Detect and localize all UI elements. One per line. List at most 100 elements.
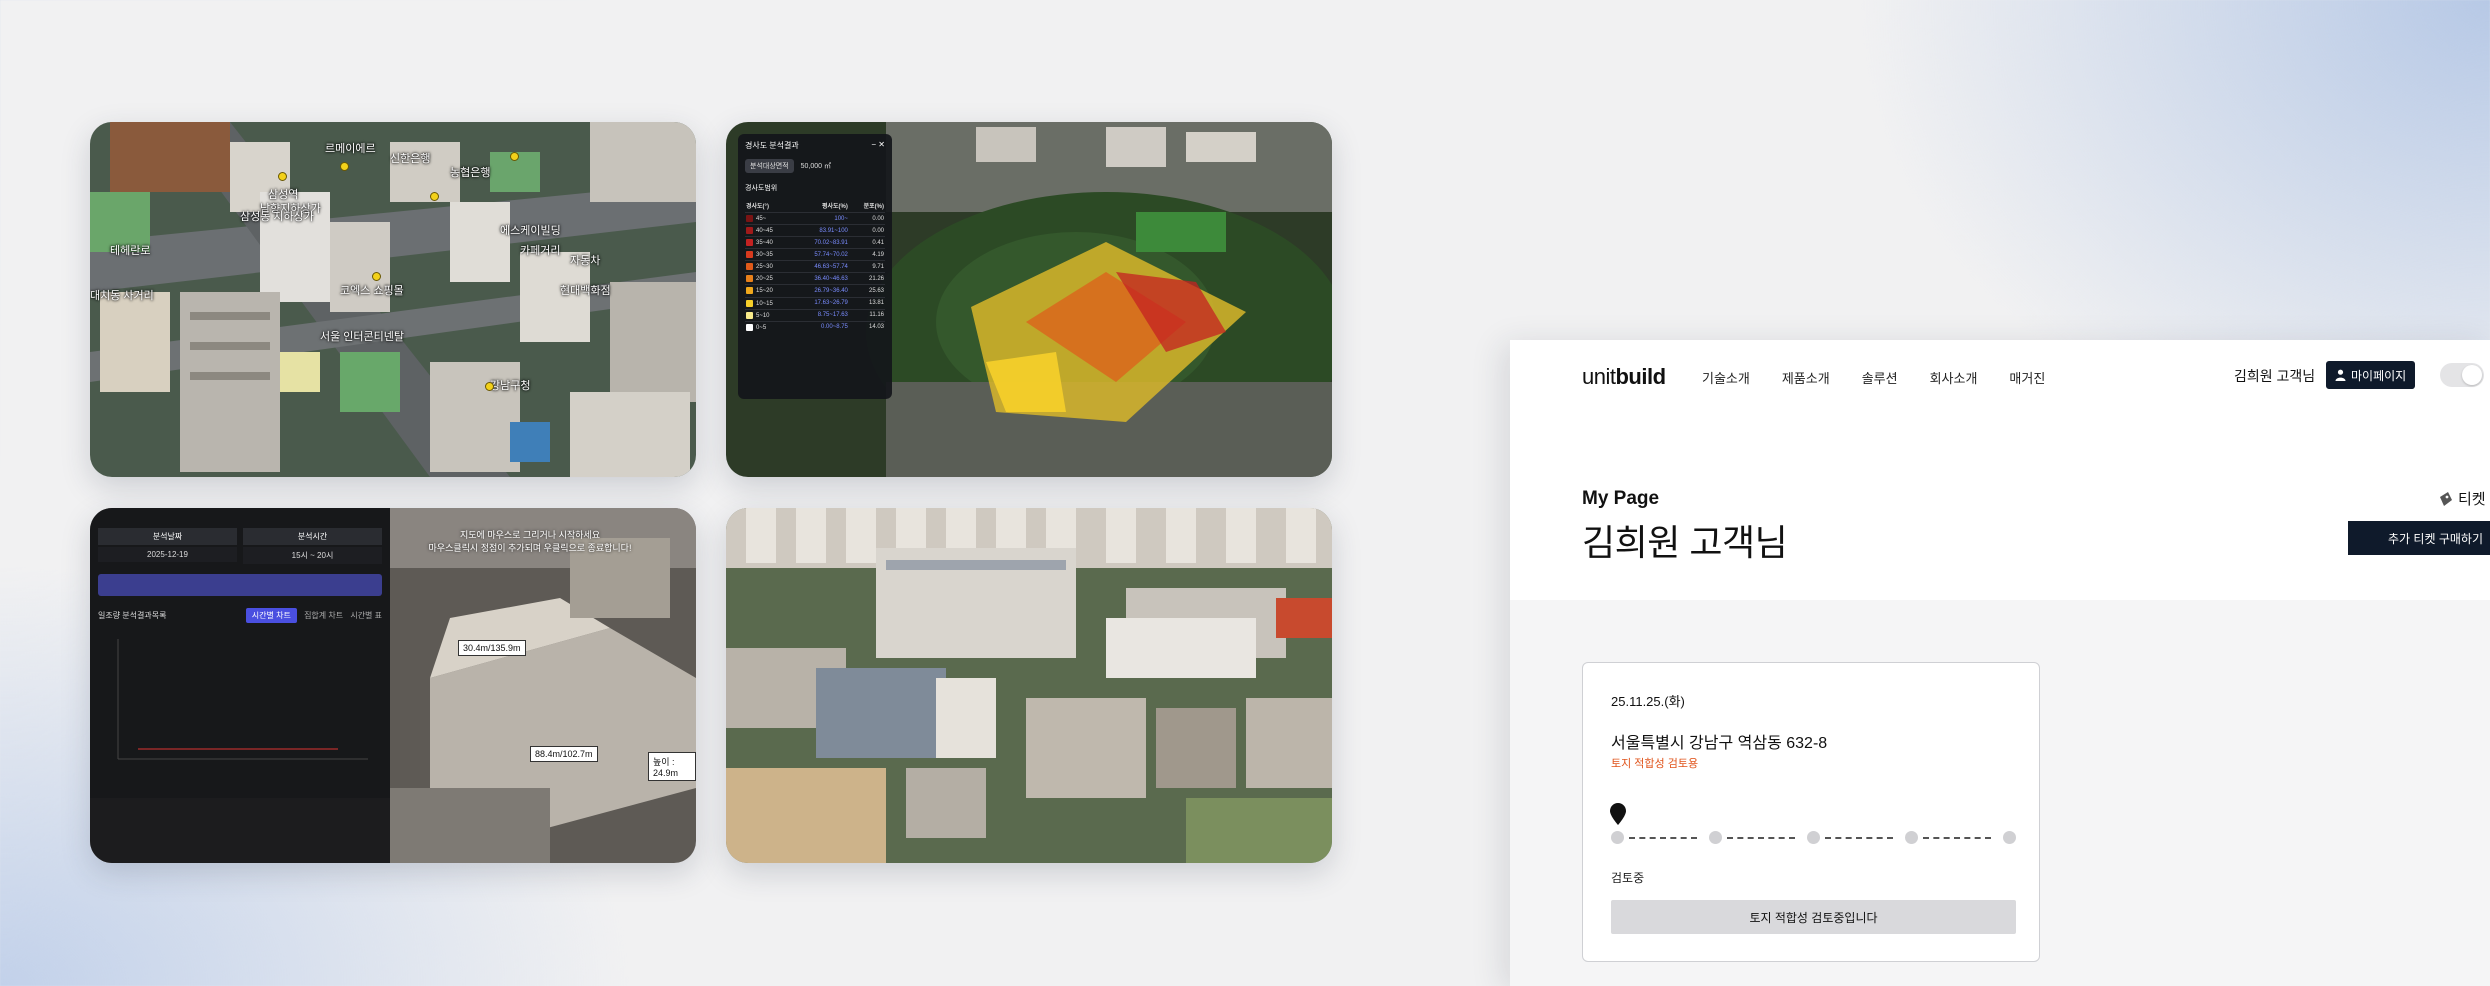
map-label: 농협은행 xyxy=(450,167,491,179)
step-dot xyxy=(2003,831,2016,844)
slope-results-panel: 경사도 분석결과 − ✕ 분석대상면적 50,000 ㎡ 경사도범위 경사도(°… xyxy=(738,134,892,399)
map-label: 카페거리 xyxy=(520,245,561,257)
sunlight-chart xyxy=(117,639,368,760)
map-label: 르메이에르 xyxy=(325,143,376,155)
column-header: 분포(%) xyxy=(863,204,884,210)
slope-row: 45~ 100~ 0.00 xyxy=(745,211,885,225)
column-header: 경사도(°) xyxy=(746,204,769,210)
menu-item-magazine[interactable]: 매거진 xyxy=(2009,368,2045,387)
map-label: 현대백화점 xyxy=(560,285,611,297)
instruction-line-1: 지도에 마우스로 그리거나 시작하세요 xyxy=(460,530,600,540)
main-menu: 기술소개 제품소개 솔루션 회사소개 매거진 xyxy=(1702,368,2045,387)
step-connector xyxy=(1825,837,1893,839)
menu-item-company[interactable]: 회사소개 xyxy=(1930,368,1978,387)
slope-row: 35~40 70.02~83.91 0.41 xyxy=(745,236,885,249)
slope-row: 10~15 17.63~26.79 13.81 xyxy=(745,296,885,310)
slope-range: 15~20 xyxy=(756,288,773,295)
user-icon xyxy=(2335,369,2346,381)
slope-percent: 0.00 xyxy=(848,224,885,237)
tab-hourly-table[interactable]: 시간별 표 xyxy=(350,611,382,620)
tab-hourly-chart[interactable]: 시간별 차트 xyxy=(245,608,297,623)
project-type: 토지 적합성 검토용 xyxy=(1611,758,1699,770)
poi-pin-icon xyxy=(510,152,519,161)
mypage-button[interactable]: 마이페이지 xyxy=(2326,361,2416,389)
theme-toggle[interactable] xyxy=(2440,363,2484,387)
review-status-button[interactable]: 토지 적합성 검토중입니다 xyxy=(1611,900,2016,934)
slope-ratio: 26.79~36.40 xyxy=(791,284,849,298)
mypage-website: unitbuild 기술소개 제품소개 솔루션 회사소개 매거진 김희원 고객님… xyxy=(1510,340,2490,986)
top-navigation: unitbuild 기술소개 제품소개 솔루션 회사소개 매거진 김희원 고객님… xyxy=(1510,340,2490,408)
progress-steps xyxy=(1610,803,2016,844)
panel-title: 경사도 분석결과 xyxy=(745,141,799,150)
district-aerial-tile xyxy=(726,508,1332,863)
legend-swatch xyxy=(746,323,753,331)
menu-item-products[interactable]: 제품소개 xyxy=(1782,368,1830,387)
step-dot xyxy=(1709,831,1722,844)
slope-ratio: 0.00~8.75 xyxy=(791,320,849,333)
slope-row: 20~25 36.40~46.63 21.26 xyxy=(745,272,885,285)
legend-swatch xyxy=(746,287,753,295)
slope-percent: 4.19 xyxy=(848,248,885,261)
slope-percent: 14.03 xyxy=(848,320,885,333)
legend-swatch xyxy=(746,227,753,235)
slope-ratio: 100~ xyxy=(791,211,849,225)
slope-ratio: 83.91~100 xyxy=(791,224,849,237)
slope-row: 15~20 26.79~36.40 25.63 xyxy=(745,284,885,298)
slope-range: 0~5 xyxy=(756,324,767,331)
height-tag: 높이 : 24.9m xyxy=(648,752,696,781)
menu-item-tech[interactable]: 기술소개 xyxy=(1702,368,1750,387)
site-logo[interactable]: unitbuild xyxy=(1582,364,1666,390)
legend-swatch xyxy=(746,239,753,247)
buy-ticket-button[interactable]: 추가 티켓 구매하기 xyxy=(2348,521,2490,555)
poi-pin-icon xyxy=(485,382,494,391)
legend-swatch xyxy=(746,251,753,259)
legend-swatch xyxy=(746,215,753,222)
time-value: 15시 ~ 20시 xyxy=(243,547,382,564)
ticket-indicator: 티켓 xyxy=(2438,488,2486,509)
map-label: 자동차 xyxy=(570,255,601,267)
slope-ratio: 8.75~17.63 xyxy=(791,308,849,322)
sunlight-results-panel: 분석날짜 2025-12-19 분석시간 15시 ~ 20시 일조량 분석결과목… xyxy=(90,508,390,863)
slope-range: 35~40 xyxy=(756,240,773,247)
slope-percent: 0.41 xyxy=(848,236,885,249)
slope-ratio: 46.63~57.74 xyxy=(791,260,849,273)
sunlight-analysis-tile: 분석날짜 2025-12-19 분석시간 15시 ~ 20시 일조량 분석결과목… xyxy=(90,508,696,863)
menu-item-solutions[interactable]: 솔루션 xyxy=(1862,368,1898,387)
map-label: 서울 인터콘티넨탈 xyxy=(320,331,405,343)
map-label: 신한은행 xyxy=(390,153,431,165)
slope-ratio: 36.40~46.63 xyxy=(791,272,849,285)
page-subtitle: My Page xyxy=(1582,488,1660,509)
slope-row: 25~30 46.63~57.74 9.71 xyxy=(745,260,885,273)
map-label: 코엑스 쇼핑몰 xyxy=(340,285,404,297)
logo-bold-text: build xyxy=(1615,364,1666,389)
tab-total-chart[interactable]: 집합계 차트 xyxy=(304,611,343,620)
district-aerial-image xyxy=(726,508,1332,863)
close-icon[interactable]: ✕ xyxy=(878,140,885,149)
slope-analysis-tile: 경사도 분석결과 − ✕ 분석대상면적 50,000 ㎡ 경사도범위 경사도(°… xyxy=(726,122,1332,477)
slope-range: 30~35 xyxy=(756,252,773,259)
date-key: 분석날짜 xyxy=(98,528,237,545)
minimize-icon[interactable]: − xyxy=(871,140,876,149)
slope-range: 5~10 xyxy=(756,312,770,319)
step-connector xyxy=(1629,837,1697,839)
project-card[interactable]: 25.11.25.(화) 서울특별시 강남구 역삼동 632-8 토지 적합성 … xyxy=(1582,662,2040,962)
poi-pin-icon xyxy=(340,162,349,171)
section-title: 일조량 분석결과목록 xyxy=(98,611,167,620)
poi-pin-icon xyxy=(372,272,381,281)
slope-percent: 11.16 xyxy=(848,308,885,322)
ticket-icon xyxy=(2440,491,2452,506)
project-address: 서울특별시 강남구 역삼동 632-8 xyxy=(1611,735,1828,752)
slope-ratio: 70.02~83.91 xyxy=(791,236,849,249)
slope-percent: 21.26 xyxy=(848,272,885,285)
user-name: 김희원 고객님 xyxy=(2234,368,2316,384)
page-title: 김희원 고객님 xyxy=(1582,522,1788,563)
column-header: 평사도(%) xyxy=(821,204,848,210)
dimension-tag: 30.4m/135.9m xyxy=(458,640,526,656)
city-aerial-image xyxy=(90,122,696,477)
map-label: 테헤란로 xyxy=(110,245,151,257)
legend-swatch xyxy=(746,299,753,307)
location-bar[interactable] xyxy=(98,574,382,596)
section-label: 경사도범위 xyxy=(745,185,778,192)
slope-range: 40~45 xyxy=(756,228,773,235)
poi-pin-icon xyxy=(278,172,287,181)
